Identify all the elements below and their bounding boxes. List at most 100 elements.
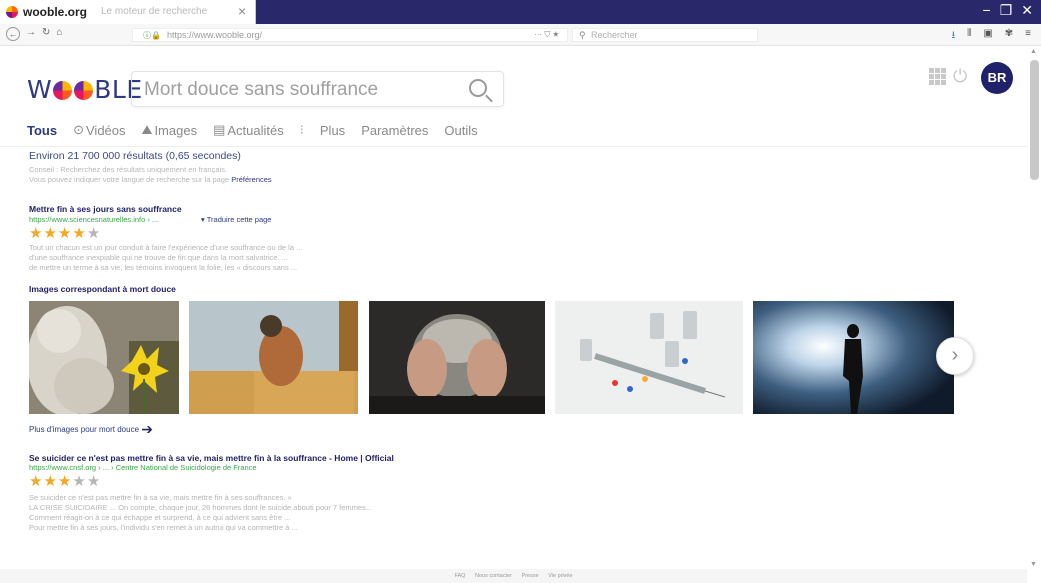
result-1-title[interactable]: Mettre fin à ses jours sans souffrance: [29, 204, 182, 214]
tab-tools[interactable]: Outils: [444, 123, 477, 138]
more-images-link[interactable]: Plus d'images pour mort douce ➔: [29, 421, 153, 438]
tab-settings[interactable]: Paramètres: [361, 123, 428, 138]
star-icon: ★: [72, 225, 87, 242]
result-2-rating: ★★★★★: [29, 472, 101, 490]
home-icon[interactable]: ⌂: [56, 27, 62, 41]
bookmark-star-icon[interactable]: ··· ⛉ ★: [534, 30, 559, 40]
scrollbar-thumb[interactable]: [1030, 60, 1039, 180]
star-icon: ★: [57, 225, 73, 242]
result-2-snippet-line: Comment réagit-on à ce qui échappe et su…: [29, 513, 291, 522]
image-icon: ⛰: [141, 122, 153, 137]
result-2-snippet-line: LA CRISE SUICIDAIRE ... On compte, chaqu…: [29, 503, 373, 512]
browser-nav-bar: ← → ↻ ⌂ ⓘ🔒 https://www.wooble.org/ ··· ⛉…: [0, 24, 1041, 46]
result-2-snippet-line: Se suicider ce n'est pas mettre fin à sa…: [29, 493, 292, 502]
result-1-snippet-line: de mettre un terme à sa vie, les témoins…: [29, 263, 298, 272]
tab-label: Vidéos: [86, 122, 126, 138]
tab-label: Paramètres: [361, 122, 429, 138]
power-icon[interactable]: ⏻: [953, 66, 967, 87]
lock-icon: ⓘ🔒: [143, 31, 161, 40]
menu-icon[interactable]: ≡: [1025, 28, 1031, 45]
footer-link-privacy[interactable]: Vie privée: [548, 573, 572, 579]
footer-link-contact[interactable]: Nous contacter: [475, 573, 512, 579]
address-bar[interactable]: ⓘ🔒 https://www.wooble.org/ ··· ⛉ ★: [132, 28, 568, 42]
apps-grid-icon[interactable]: [929, 68, 946, 85]
image-thumbnail-woman-window[interactable]: [189, 301, 358, 414]
window-controls: − ❐ ✕: [983, 2, 1033, 19]
avatar[interactable]: BR: [981, 62, 1013, 94]
arrow-right-icon: ➔: [141, 421, 153, 437]
browser-tab[interactable]: wooble.org Le moteur de recherche ×: [0, 0, 256, 24]
tab-all[interactable]: Tous: [27, 123, 57, 138]
results-count: Environ 21 700 000 résultats (0,65 secon…: [29, 150, 241, 162]
browser-tab-bar: wooble.org Le moteur de recherche × − ❐ …: [0, 0, 1041, 24]
image-thumbnail-statue[interactable]: [29, 301, 179, 414]
star-icon: ★: [29, 473, 44, 490]
hint-text: Vous pouvez indiquer votre langue de rec…: [29, 175, 230, 184]
logo-o-icon: [74, 81, 94, 100]
scroll-down-icon[interactable]: ▼: [1030, 561, 1037, 568]
star-icon: ★: [86, 473, 102, 490]
star-icon: ★: [72, 473, 87, 490]
tab-more[interactable]: Plus: [320, 123, 345, 138]
close-window-button[interactable]: ✕: [1021, 2, 1033, 19]
result-1-rating: ★★★★★: [29, 224, 101, 242]
scroll-up-icon[interactable]: ▲: [1030, 48, 1037, 55]
tab-label: Actualités: [227, 122, 284, 138]
star-icon: ★: [29, 225, 44, 242]
forward-arrow-icon[interactable]: →: [26, 27, 36, 41]
footer-link-faq[interactable]: FAQ: [454, 573, 465, 579]
more-images-label: Plus d'images pour mort douce: [29, 425, 140, 434]
back-arrow-icon[interactable]: ←: [6, 27, 20, 41]
tabs-more-separator: ⁝: [299, 122, 304, 137]
result-1-url[interactable]: https://www.sciencesnaturelles.info › ..…: [29, 215, 158, 224]
result-2-url[interactable]: https://www.cnsf.org › ... › Centre Nati…: [29, 463, 257, 472]
tab-subtitle: Le moteur de recherche: [101, 6, 208, 17]
reload-icon[interactable]: ↻: [42, 27, 50, 41]
browser-search-field[interactable]: ⚲ Rechercher: [572, 28, 758, 42]
tab-close-icon[interactable]: ×: [238, 3, 246, 19]
footer-link-press[interactable]: Presse: [522, 573, 539, 579]
tab-label: Outils: [444, 122, 478, 138]
search-tabs: Tous ⊙ Vidéos ⛰ Images ▤ Actualités ⁝ Plus …: [27, 122, 494, 138]
logo-o-icon: [53, 81, 73, 100]
extension-icon[interactable]: ✾: [1005, 28, 1013, 45]
images-heading: Images correspondant à mort douce: [29, 284, 176, 294]
wooble-logo[interactable]: W BLE: [27, 75, 143, 104]
search-icon[interactable]: [469, 79, 487, 97]
result-1-snippet-line: Tout un chacun est un jour conduit à fai…: [29, 243, 303, 252]
minimize-button[interactable]: −: [983, 2, 991, 19]
result-2-title[interactable]: Se suicider ce n'est pas mettre fin à sa…: [29, 453, 394, 463]
toolbar-icons: ⭳ ⫴ ▣ ✾ ≡: [952, 28, 1031, 45]
sidebar-icon[interactable]: ▣: [983, 28, 992, 45]
wooble-favicon-icon: [6, 6, 18, 18]
logo-text-left: W: [27, 75, 53, 104]
search-query-text: Mort douce sans souffrance: [144, 79, 379, 100]
library-icon[interactable]: ⫴: [967, 28, 971, 45]
tab-label: Plus: [319, 122, 346, 138]
preferences-link[interactable]: Préférences: [231, 175, 271, 184]
language-hint: Conseil : Recherchez des résultats uniqu…: [29, 165, 228, 174]
image-thumbnail-syringe-pills[interactable]: [555, 301, 743, 414]
tab-videos[interactable]: ⊙ Vidéos: [73, 122, 125, 138]
result-1-snippet-line: d'une souffrance inexpiable qui ne trouv…: [29, 253, 288, 262]
footer: FAQ Nous contacter Presse Vie privée: [0, 569, 1027, 583]
tab-images[interactable]: ⛰ Images: [142, 122, 198, 138]
star-icon: ★: [43, 225, 58, 242]
translate-link[interactable]: ▾ Traduire cette page: [201, 215, 271, 224]
play-circle-icon: ⊙: [73, 122, 84, 137]
search-input[interactable]: Mort douce sans souffrance: [131, 71, 504, 107]
download-icon[interactable]: ⭳: [952, 28, 956, 45]
result-2-snippet-line: Pour mettre fin à ses jours, l'individu …: [29, 523, 298, 532]
search-icon: ⚲: [579, 30, 586, 40]
translate-label: Traduire cette page: [206, 215, 272, 224]
nav-buttons: ← → ↻ ⌂: [6, 27, 62, 41]
carousel-next-button[interactable]: ›: [936, 337, 974, 375]
language-hint-2: Vous pouvez indiquer votre langue de rec…: [29, 175, 272, 184]
star-icon: ★: [57, 473, 73, 490]
star-icon: ★: [43, 473, 58, 490]
image-thumbnail-man-head-hands[interactable]: [369, 301, 545, 414]
tab-news[interactable]: ▤ Actualités: [213, 122, 284, 138]
tab-label: Images: [154, 122, 198, 138]
image-thumbnail-silhouette-light[interactable]: [753, 301, 954, 414]
restore-button[interactable]: ❐: [1000, 2, 1013, 19]
